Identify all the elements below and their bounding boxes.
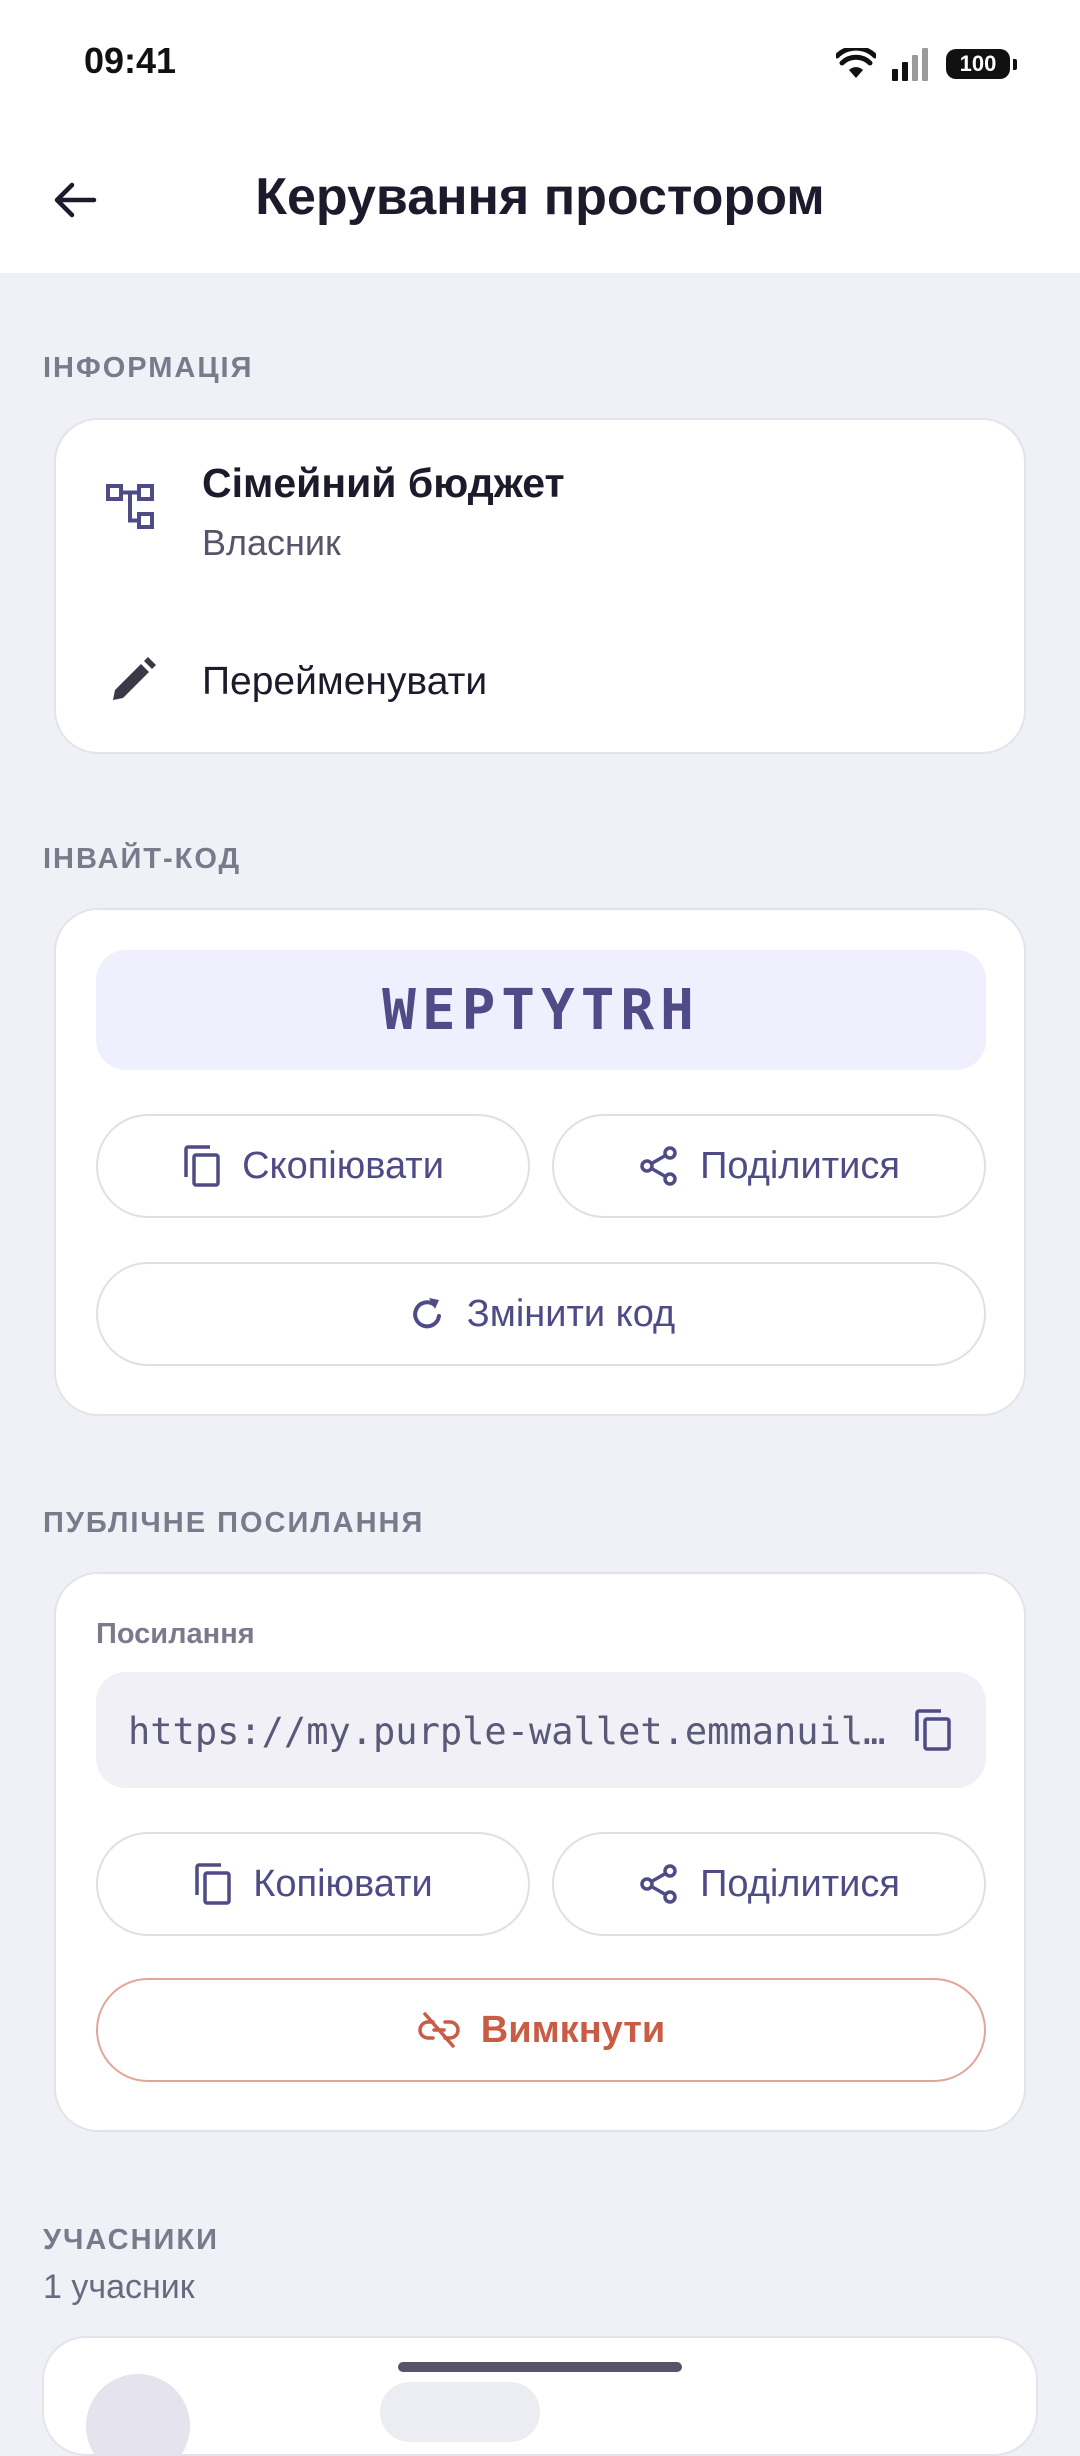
public-link-card: Посилання https://my.purple-wallet.emman… (54, 1572, 1026, 2132)
disable-link-label: Вимкнути (480, 2008, 666, 2051)
share-link-label: Поділитися (700, 1862, 900, 1905)
space-icon-wrap (98, 472, 168, 542)
section-label-invite: ІНВАЙТ-КОД (43, 843, 242, 875)
share-link-button[interactable]: Поділитися (552, 1832, 986, 1936)
disable-link-button[interactable]: Вимкнути (96, 1978, 986, 2082)
avatar (86, 2374, 190, 2454)
share-icon (640, 1864, 677, 1904)
share-code-label: Поділитися (700, 1144, 900, 1187)
copy-icon (195, 1863, 231, 1905)
refresh-icon (412, 1298, 441, 1329)
share-code-button[interactable]: Поділитися (552, 1114, 986, 1218)
public-link-url: https://my.purple-wallet.emmanuil… (128, 1710, 886, 1753)
page-title: Керування простором (255, 168, 825, 226)
battery-indicator: 100 (946, 49, 1017, 79)
rename-label: Перейменувати (202, 660, 488, 703)
status-bar: 09:41 100 (0, 0, 1080, 125)
invite-code: WEPTYTRH (96, 950, 986, 1070)
link-field-label: Посилання (96, 1618, 255, 1650)
pencil-icon (113, 657, 156, 700)
workspace-tree-icon (106, 484, 154, 529)
rename-icon-wrap (98, 645, 168, 715)
invite-card: WEPTYTRH Скопіювати Поділитися Змінити к… (54, 908, 1026, 1416)
member-role-badge (380, 2382, 540, 2442)
link-field: https://my.purple-wallet.emmanuil… (96, 1672, 986, 1788)
space-name: Сімейний бюджет (202, 460, 565, 506)
link-off-icon (418, 2012, 460, 2048)
status-icons: 100 (836, 44, 1017, 84)
home-indicator (398, 2362, 682, 2372)
section-label-public-link: ПУБЛІЧНЕ ПОСИЛАННЯ (43, 1507, 425, 1539)
regenerate-code-button[interactable]: Змінити код (96, 1262, 986, 1366)
copy-icon (184, 1145, 220, 1187)
copy-link-label: Копіювати (253, 1862, 433, 1905)
section-label-members: УЧАСНИКИ (43, 2224, 219, 2256)
copy-link-button[interactable]: Копіювати (96, 1832, 530, 1936)
copy-code-label: Скопіювати (242, 1144, 444, 1187)
link-copy-button[interactable] (908, 1705, 958, 1755)
copy-icon (915, 1709, 951, 1751)
rename-row[interactable]: Перейменувати (56, 630, 1024, 730)
info-card: Сімейний бюджет Власник Перейменувати (54, 418, 1026, 754)
section-label-info: ІНФОРМАЦІЯ (43, 352, 254, 384)
regenerate-code-label: Змінити код (466, 1292, 676, 1335)
wifi-icon (836, 48, 876, 78)
space-role: Власник (202, 522, 341, 563)
app-bar: Керування простором (0, 125, 1080, 273)
status-time: 09:41 (84, 40, 177, 81)
share-icon (640, 1146, 677, 1186)
members-count: 1 учасник (43, 2268, 195, 2306)
copy-code-button[interactable]: Скопіювати (96, 1114, 530, 1218)
signal-icon (892, 48, 928, 81)
member-row[interactable] (42, 2336, 1038, 2456)
